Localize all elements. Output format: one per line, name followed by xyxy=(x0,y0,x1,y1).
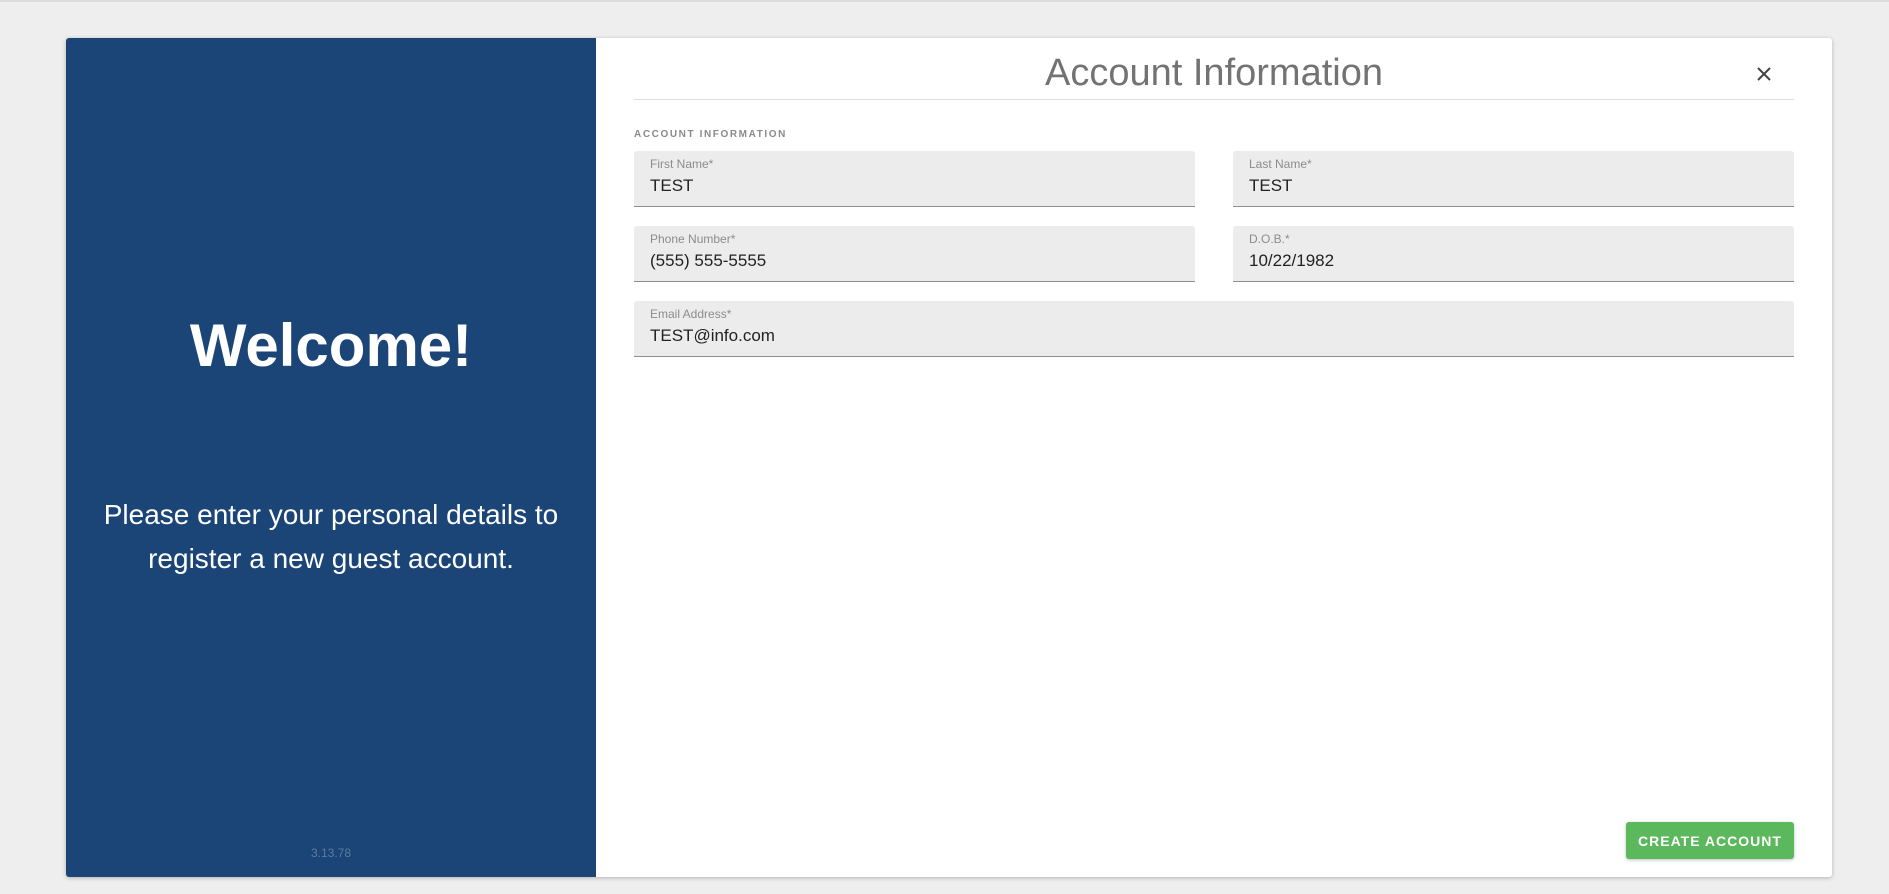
top-border xyxy=(0,0,1889,2)
email-field[interactable]: Email Address* xyxy=(634,301,1794,357)
account-form-panel: Account Information ACCOUNT INFORMATION … xyxy=(596,38,1832,877)
version-label: 3.13.78 xyxy=(310,846,352,860)
last-name-field[interactable]: Last Name* xyxy=(1233,151,1794,207)
last-name-input[interactable] xyxy=(1249,176,1778,196)
email-label: Email Address* xyxy=(650,307,732,321)
close-icon xyxy=(1757,67,1771,81)
phone-number-field[interactable]: Phone Number* xyxy=(634,226,1195,282)
registration-dialog: Welcome! Please enter your personal deta… xyxy=(66,38,1832,877)
dialog-title: Account Information xyxy=(634,50,1794,100)
first-name-field[interactable]: First Name* xyxy=(634,151,1195,207)
close-button[interactable] xyxy=(1750,60,1778,88)
first-name-input[interactable] xyxy=(650,176,1179,196)
phone-number-label: Phone Number* xyxy=(650,232,736,246)
section-label: ACCOUNT INFORMATION xyxy=(634,129,787,140)
welcome-subtitle: Please enter your personal details to re… xyxy=(103,499,559,574)
dob-field[interactable]: D.O.B.* xyxy=(1233,226,1794,282)
dob-label: D.O.B.* xyxy=(1249,232,1290,246)
first-name-label: First Name* xyxy=(650,157,714,171)
welcome-heading: Welcome! xyxy=(189,312,473,379)
dob-input[interactable] xyxy=(1249,251,1778,271)
create-account-button[interactable]: CREATE ACCOUNT xyxy=(1626,822,1794,859)
welcome-panel: Welcome! Please enter your personal deta… xyxy=(66,38,596,877)
last-name-label: Last Name* xyxy=(1249,157,1312,171)
phone-number-input[interactable] xyxy=(650,251,1179,271)
email-input[interactable] xyxy=(650,326,1778,346)
